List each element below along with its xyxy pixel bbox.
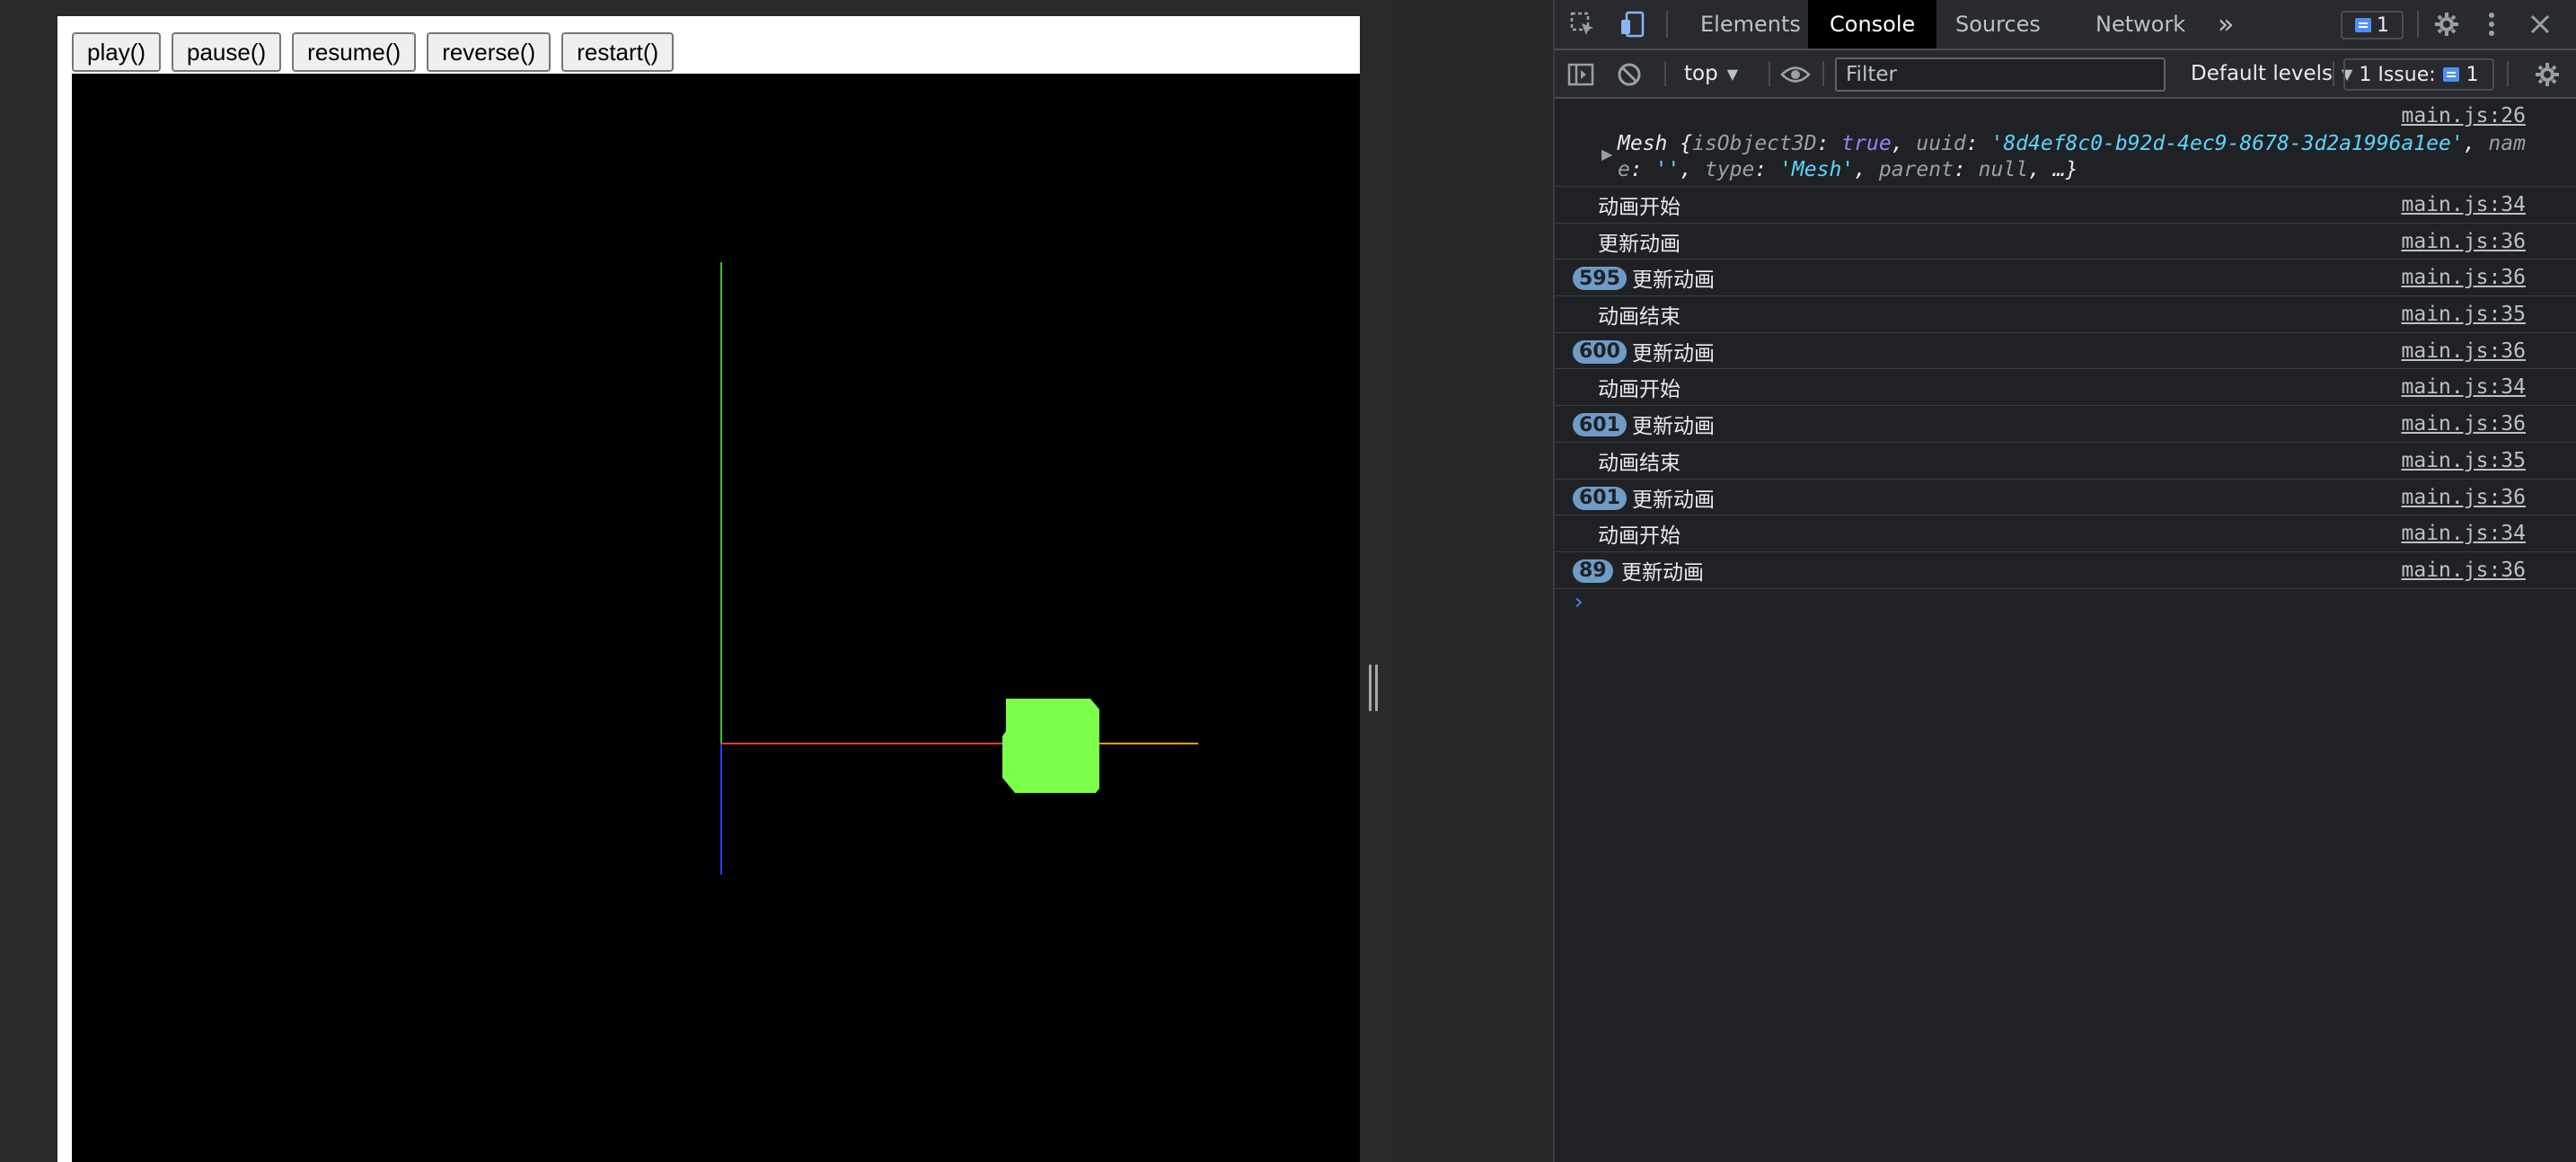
- tab-console[interactable]: Console: [1808, 0, 1937, 48]
- console-message-text: 更新动画: [1632, 488, 1715, 512]
- play-button[interactable]: play(): [72, 32, 162, 72]
- console-message-row[interactable]: 595 更新动画 main.js:36: [1555, 260, 2576, 297]
- console-message-row[interactable]: 600 更新动画 main.js:36: [1555, 333, 2576, 370]
- message-icon: [2355, 18, 2371, 32]
- context-selector[interactable]: top ▼: [1684, 50, 1738, 97]
- console-message-text: 动画开始: [1598, 196, 1681, 219]
- inspect-element-icon[interactable]: [1567, 9, 1598, 40]
- animation-controls: play() pause() resume() reverse() restar…: [72, 32, 675, 72]
- source-link[interactable]: main.js:34: [2402, 515, 2526, 551]
- screen: play() pause() resume() reverse() restar…: [0, 0, 2576, 1162]
- console-settings-gear-icon[interactable]: [2532, 59, 2563, 90]
- page-body: play() pause() resume() reverse() restar…: [57, 16, 1360, 1162]
- source-link[interactable]: main.js:35: [2402, 296, 2526, 332]
- tab-network[interactable]: Network: [2074, 0, 2207, 48]
- issues-count: 1: [2466, 63, 2479, 86]
- source-link[interactable]: main.js:36: [2402, 224, 2526, 260]
- console-output[interactable]: main.js:26 ▶ Mesh {isObject3D: true, uui…: [1555, 99, 2576, 1162]
- console-message-text: 动画结束: [1598, 451, 1681, 475]
- console-message-text: 更新动画: [1621, 560, 1704, 585]
- source-link[interactable]: main.js:35: [2402, 443, 2526, 479]
- live-expression-eye-icon[interactable]: [1778, 59, 1813, 90]
- console-message-row[interactable]: 更新动画 main.js:36: [1555, 224, 2576, 260]
- resume-button[interactable]: resume(): [292, 32, 417, 72]
- messages-count: 1: [2377, 13, 2389, 37]
- source-link[interactable]: main.js:36: [2402, 406, 2526, 442]
- source-link[interactable]: main.js:36: [2402, 480, 2526, 515]
- console-message-row[interactable]: 601 更新动画 main.js:36: [1555, 406, 2576, 443]
- console-message-text: 更新动画: [1598, 232, 1681, 256]
- source-link[interactable]: main.js:36: [2402, 552, 2526, 588]
- console-message-text: 动画开始: [1598, 378, 1681, 402]
- console-toolbar: top ▼ Default levels ▼ 1 Issue: 1: [1555, 50, 2576, 99]
- log-levels-label: Default levels: [2191, 62, 2333, 85]
- source-link[interactable]: main.js:36: [2402, 260, 2526, 295]
- repeat-count-badge: 601: [1573, 413, 1627, 437]
- chevron-down-icon: ▼: [1726, 65, 1739, 83]
- console-object-entry[interactable]: main.js:26 ▶ Mesh {isObject3D: true, uui…: [1555, 99, 2576, 187]
- devtools-tabbar: Elements Console Sources Network » 1: [1555, 0, 2576, 50]
- console-message-text: 更新动画: [1632, 268, 1715, 293]
- console-prompt-icon[interactable]: ›: [1575, 589, 1584, 614]
- expand-caret-icon[interactable]: ▶: [1601, 145, 1612, 163]
- clear-console-icon[interactable]: [1614, 59, 1645, 90]
- messages-badge[interactable]: 1: [2341, 11, 2404, 40]
- tab-elements[interactable]: Elements: [1679, 0, 1822, 48]
- console-message-row[interactable]: 动画开始 main.js:34: [1555, 369, 2576, 407]
- repeat-count-badge: 89: [1573, 559, 1613, 583]
- more-vertical-icon[interactable]: [2478, 9, 2505, 40]
- resize-handle[interactable]: [1368, 665, 1379, 711]
- issues-label: 1 Issue:: [2359, 63, 2436, 86]
- context-label: top: [1684, 62, 1718, 85]
- console-message-row[interactable]: 89 更新动画 main.js:36: [1555, 552, 2576, 589]
- more-tabs-icon[interactable]: »: [2207, 0, 2245, 48]
- restart-button[interactable]: restart(): [561, 32, 675, 72]
- console-messages: 动画开始 main.js:34 更新动画 main.js:36 595 更新动画 main.…: [1555, 187, 2576, 589]
- device-toolbar-icon[interactable]: [1618, 9, 1648, 40]
- object-preview[interactable]: Mesh {isObject3D: true, uuid: '8d4ef8c0-…: [1618, 131, 2540, 183]
- console-message-row[interactable]: 601 更新动画 main.js:36: [1555, 480, 2576, 516]
- source-link[interactable]: main.js:26: [2402, 104, 2526, 128]
- panel-splitter: [1394, 0, 1553, 1162]
- console-message-row[interactable]: 动画结束 main.js:35: [1555, 443, 2576, 480]
- console-sidebar-icon[interactable]: [1566, 59, 1596, 90]
- source-link[interactable]: main.js:34: [2402, 369, 2526, 405]
- viewport-gutter: [1360, 0, 1394, 1162]
- gear-icon[interactable]: [2431, 9, 2462, 40]
- log-levels-dropdown[interactable]: Default levels ▼: [2164, 50, 2352, 97]
- console-message-text: 更新动画: [1632, 341, 1715, 365]
- webgl-canvas[interactable]: [72, 74, 1360, 1162]
- repeat-count-badge: 600: [1573, 339, 1627, 364]
- issues-button[interactable]: 1 Issue: 1: [2343, 58, 2494, 91]
- scene-render: [720, 262, 1198, 875]
- source-link[interactable]: main.js:36: [2402, 333, 2526, 369]
- animated-cube: [1002, 699, 1099, 793]
- console-message-text: 动画开始: [1598, 524, 1681, 549]
- console-message-text: 更新动画: [1632, 415, 1715, 439]
- tab-sources[interactable]: Sources: [1934, 0, 2062, 48]
- console-message-row[interactable]: 动画结束 main.js:35: [1555, 296, 2576, 333]
- repeat-count-badge: 601: [1573, 486, 1627, 510]
- console-message-row[interactable]: 动画开始 main.js:34: [1555, 515, 2576, 552]
- console-message-row[interactable]: 动画开始 main.js:34: [1555, 187, 2576, 224]
- devtools-panel: Elements Console Sources Network » 1 top…: [1553, 0, 2576, 1162]
- console-message-text: 动画结束: [1598, 305, 1681, 330]
- source-link[interactable]: main.js:34: [2402, 187, 2526, 223]
- close-icon[interactable]: [2525, 9, 2555, 40]
- pause-button[interactable]: pause(): [172, 32, 282, 72]
- filter-input[interactable]: [1835, 57, 2166, 92]
- repeat-count-badge: 595: [1573, 267, 1627, 291]
- issue-icon: [2442, 67, 2459, 82]
- reverse-button[interactable]: reverse(): [427, 32, 551, 72]
